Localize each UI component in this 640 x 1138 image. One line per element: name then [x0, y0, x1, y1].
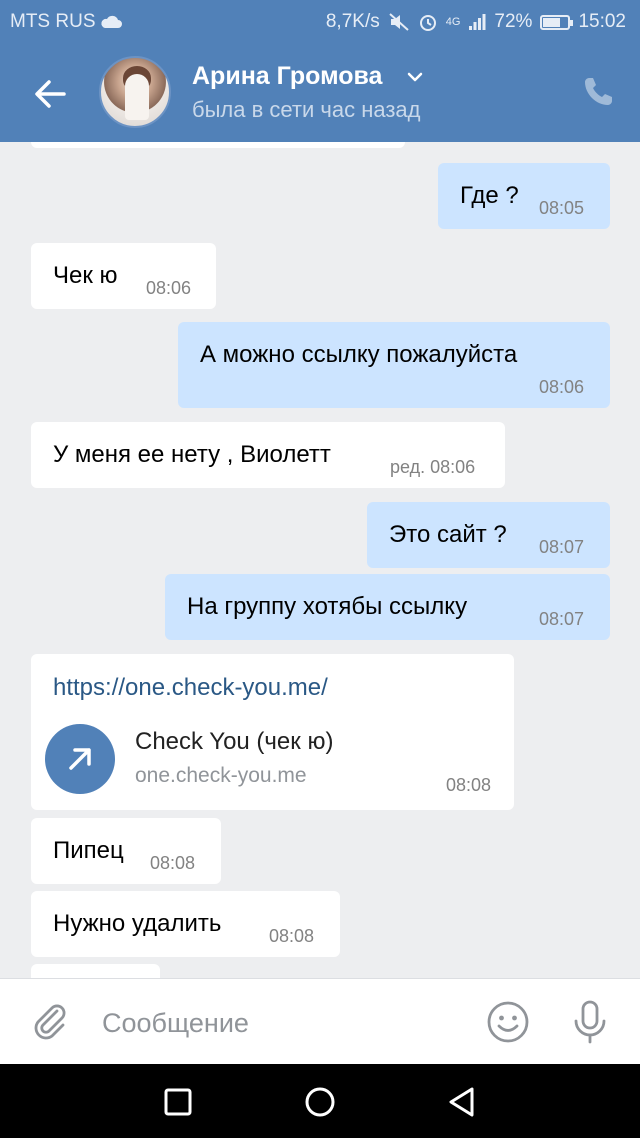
battery-percent: 72%	[494, 11, 533, 32]
message-text: Где ?	[460, 182, 519, 209]
message-time: 08:08	[446, 775, 492, 795]
nav-back-button[interactable]	[442, 1082, 482, 1122]
circle-icon	[305, 1087, 335, 1117]
message-link[interactable]: https://one.check-you.me/	[53, 674, 328, 702]
message-input[interactable]	[102, 1003, 462, 1043]
triangle-back-icon	[449, 1087, 474, 1117]
message-text: На группу хотябы ссылку	[187, 593, 468, 620]
message-text: А можно ссылку пожалуйста	[200, 341, 518, 368]
message-text: Это сайт ?	[389, 521, 507, 548]
link-preview-domain: one.check-you.me	[135, 764, 307, 787]
message-text: У меня ее нету , Виолетт	[53, 441, 331, 468]
carrier-label: MTS RUS	[10, 11, 96, 32]
message-time: 08:08	[269, 926, 315, 946]
message-bubble-outgoing[interactable]: А можно ссылку пожалуйста 08:06	[178, 322, 610, 408]
back-arrow-icon	[35, 80, 66, 108]
message-time: ред. 08:06	[390, 457, 476, 477]
battery-icon	[540, 14, 574, 30]
message-text: Пипец	[53, 837, 124, 864]
cloud-icon	[100, 15, 122, 28]
message-time: 08:06	[539, 377, 585, 397]
chevron-down-icon[interactable]	[406, 70, 424, 84]
recent-apps-button[interactable]	[158, 1082, 198, 1122]
microphone-icon[interactable]	[568, 999, 612, 1045]
message-bubble-outgoing[interactable]: Это сайт ? 08:07	[367, 502, 610, 568]
network-type: 4G	[445, 16, 461, 28]
alarm-icon	[419, 15, 436, 31]
message-list[interactable]: Где ? 08:05 Чек ю 08:06 А можно ссылку п…	[0, 142, 640, 978]
clock: 15:02	[578, 11, 626, 32]
message-time: 08:07	[539, 609, 585, 629]
message-bubble-incoming[interactable]: Нужно удалить 08:08	[31, 891, 340, 957]
message-text: Нужно удалить	[53, 910, 222, 937]
contact-name[interactable]: Арина Громова	[192, 62, 382, 91]
link-preview-button[interactable]	[45, 724, 115, 794]
status-bar: MTS RUS 8,7K/s 4G 72% 15:02	[0, 0, 640, 44]
avatar[interactable]	[99, 56, 171, 128]
home-button[interactable]	[300, 1082, 340, 1122]
back-button[interactable]	[28, 72, 72, 116]
message-bubble-incoming[interactable]: Чек ю 08:06	[31, 243, 216, 309]
message-time: 08:07	[539, 537, 585, 557]
android-nav-bar	[0, 1064, 640, 1138]
phone-icon[interactable]	[580, 74, 616, 110]
message-bubble-incoming[interactable]: Пипец 08:08	[31, 818, 221, 884]
link-preview-title[interactable]: Check You (чек ю)	[135, 728, 333, 756]
network-speed: 8,7K/s	[325, 11, 380, 32]
message-text: Чек ю	[53, 262, 118, 289]
link-message[interactable]: https://one.check-you.me/ Check You (чек…	[31, 654, 514, 810]
message-composer	[0, 978, 640, 1064]
square-icon	[164, 1088, 192, 1116]
message-time: 08:06	[146, 278, 192, 298]
paperclip-icon[interactable]	[30, 1001, 70, 1041]
message-bubble-incoming[interactable]: У меня ее нету , Виолетт ред. 08:06	[31, 422, 505, 488]
message-bubble-partial[interactable]	[31, 142, 405, 148]
arrow-up-right-icon	[69, 748, 91, 770]
contact-status: была в сети час назад	[192, 97, 421, 122]
message-bubble-outgoing[interactable]: На группу хотябы ссылку 08:07	[165, 574, 610, 640]
emoji-icon[interactable]	[486, 1000, 530, 1044]
mute-icon	[389, 13, 409, 31]
message-bubble-outgoing[interactable]: Где ? 08:05	[438, 163, 610, 229]
message-bubble-partial[interactable]	[31, 964, 160, 978]
app-header: MTS RUS 8,7K/s 4G 72% 15:02 Арина Громов…	[0, 0, 640, 142]
message-time: 08:08	[150, 853, 196, 873]
signal-icon	[469, 14, 486, 30]
message-time: 08:05	[539, 198, 585, 218]
